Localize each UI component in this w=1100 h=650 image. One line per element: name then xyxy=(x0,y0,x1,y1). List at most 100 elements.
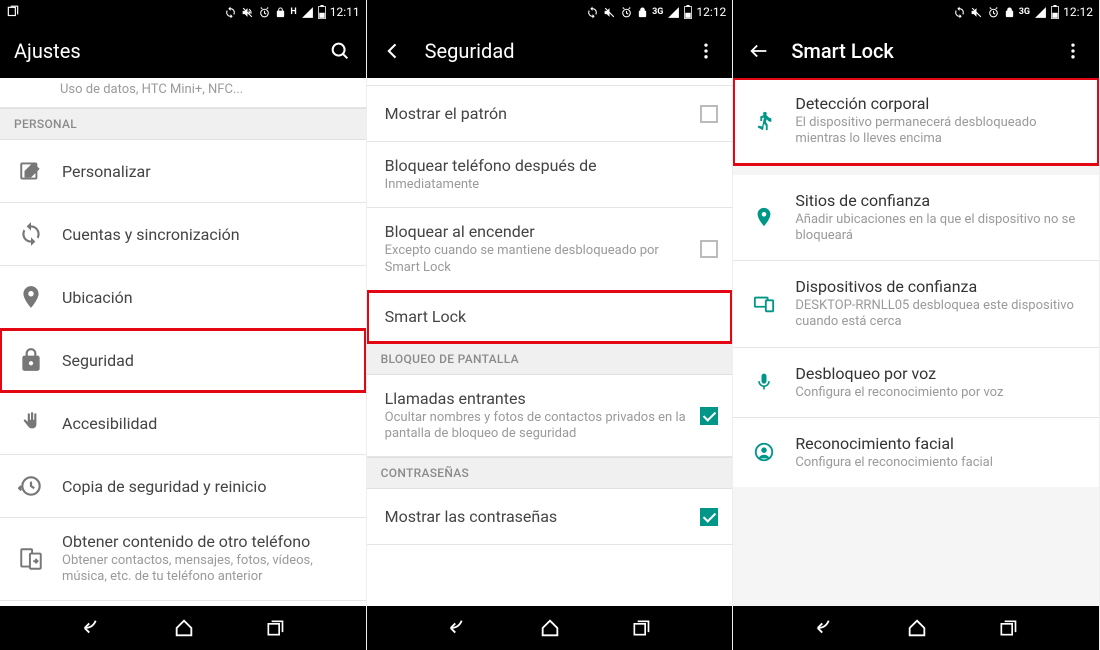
status-clock: 12:12 xyxy=(1063,5,1093,19)
multiwindow-icon xyxy=(6,5,20,19)
recent-button[interactable] xyxy=(631,618,651,638)
item-label: Obtener contenido de otro teléfono xyxy=(62,532,352,551)
item-lock-power[interactable]: Bloquear al encender Excepto cuando se m… xyxy=(367,208,733,291)
overflow-button[interactable] xyxy=(694,39,718,63)
app-bar: Ajustes xyxy=(0,24,366,78)
item-security[interactable]: Seguridad xyxy=(0,329,366,392)
alarm-icon xyxy=(620,6,633,19)
item-smart-lock[interactable]: Smart Lock xyxy=(367,291,733,343)
item-trusted-devices[interactable]: Dispositivos de confianza DESKTOP-RRNLL0… xyxy=(733,261,1099,348)
search-button[interactable] xyxy=(328,39,352,63)
home-button[interactable] xyxy=(539,617,561,639)
status-clock: 12:12 xyxy=(696,5,726,19)
item-backup[interactable]: Copia de seguridad y reinicio xyxy=(0,455,366,518)
recent-button[interactable] xyxy=(998,618,1018,638)
network-3g-icon: 3G xyxy=(1019,7,1030,17)
alarm-icon xyxy=(258,6,271,19)
nav-bar xyxy=(367,606,733,650)
item-sublabel: El dispositivo permanecerá desbloqueado … xyxy=(795,115,1085,148)
item-label: Copia de seguridad y reinicio xyxy=(62,477,352,496)
mute-icon xyxy=(603,6,616,19)
sync-icon xyxy=(14,217,48,251)
devices-icon xyxy=(747,287,781,321)
item-label: Accesibilidad xyxy=(62,414,352,433)
checkbox[interactable] xyxy=(700,508,718,526)
back-button[interactable] xyxy=(747,39,771,63)
checkbox[interactable] xyxy=(700,240,718,258)
lock-icon xyxy=(14,343,48,377)
recent-button[interactable] xyxy=(265,618,285,638)
item-sublabel: DESKTOP-RRNLL05 desbloquea este disposit… xyxy=(795,298,1085,331)
item-label: Bloquear teléfono después de xyxy=(385,156,719,175)
item-label: Desbloqueo por voz xyxy=(795,364,1085,383)
app-bar: Smart Lock xyxy=(733,24,1099,78)
item-label: Personalizar xyxy=(62,162,352,181)
nav-bar xyxy=(0,606,366,650)
back-button[interactable] xyxy=(814,617,836,639)
item-lock-after[interactable]: Bloquear teléfono después de Inmediatame… xyxy=(367,142,733,208)
mute-icon xyxy=(970,6,983,19)
back-button[interactable] xyxy=(381,39,405,63)
item-incoming-calls[interactable]: Llamadas entrantes Ocultar nombres y fot… xyxy=(367,375,733,458)
restore-icon xyxy=(14,469,48,503)
status-bar: 3G 12:12 xyxy=(367,0,733,24)
item-sublabel: Configura el reconocimiento facial xyxy=(795,455,1085,471)
item-body-detection[interactable]: Detección corporal El dispositivo perman… xyxy=(733,78,1099,165)
section-header-personal: PERSONAL xyxy=(0,108,366,140)
home-button[interactable] xyxy=(173,617,195,639)
home-button[interactable] xyxy=(906,617,928,639)
location-icon xyxy=(14,280,48,314)
item-trusted-places[interactable]: Sitios de confianza Añadir ubicaciones e… xyxy=(733,175,1099,262)
signal-icon xyxy=(1034,6,1047,19)
item-sublabel: Obtener contactos, mensajes, fotos, víde… xyxy=(62,553,352,586)
page-title: Seguridad xyxy=(425,39,675,63)
item-get-content[interactable]: Obtener contenido de otro teléfono Obten… xyxy=(0,518,366,601)
item-face-unlock[interactable]: Reconocimiento facial Configura el recon… xyxy=(733,418,1099,487)
item-accessibility[interactable]: Accesibilidad xyxy=(0,392,366,455)
section-header-lockscreen: BLOQUEO DE PANTALLA xyxy=(367,343,733,375)
place-icon xyxy=(747,200,781,234)
hand-icon xyxy=(14,406,48,440)
sync-icon xyxy=(586,6,599,19)
item-location[interactable]: Ubicación xyxy=(0,266,366,329)
security-list: Mostrar el patrón Bloquear teléfono desp… xyxy=(367,78,733,606)
item-show-pattern[interactable]: Mostrar el patrón xyxy=(367,86,733,142)
item-voice-unlock[interactable]: Desbloqueo por voz Configura el reconoci… xyxy=(733,348,1099,418)
item-show-passwords[interactable]: Mostrar las contraseñas xyxy=(367,489,733,545)
previous-item-snippet: Uso de datos, HTC Mini+, NFC... xyxy=(0,78,366,108)
item-label: Mostrar las contraseñas xyxy=(385,507,693,526)
overflow-button[interactable] xyxy=(1061,39,1085,63)
checkbox[interactable] xyxy=(700,105,718,123)
page-title: Ajustes xyxy=(14,39,308,63)
checkbox[interactable] xyxy=(700,407,718,425)
personalize-icon xyxy=(14,154,48,188)
transfer-icon xyxy=(14,542,48,576)
back-button[interactable] xyxy=(81,617,103,639)
phone-ajustes: H 12:11 Ajustes Uso de datos, HTC Mini+,… xyxy=(0,0,367,650)
item-sublabel: Configura el reconocimiento por voz xyxy=(795,385,1085,401)
back-button[interactable] xyxy=(447,617,469,639)
status-clock: 12:11 xyxy=(330,5,360,19)
battery-icon xyxy=(318,5,326,19)
lock-icon xyxy=(275,6,286,19)
walk-icon xyxy=(747,104,781,138)
signal-icon xyxy=(301,6,314,19)
item-label: Reconocimiento facial xyxy=(795,434,1085,453)
app-bar: Seguridad xyxy=(367,24,733,78)
item-accounts[interactable]: Cuentas y sincronización xyxy=(0,203,366,266)
mic-icon xyxy=(747,365,781,399)
item-label: Detección corporal xyxy=(795,94,1085,113)
item-sublabel: Ocultar nombres y fotos de contactos pri… xyxy=(385,410,693,443)
item-label: Bloquear al encender xyxy=(385,222,693,241)
phone-smartlock: 3G 12:12 Smart Lock Detección corporal E… xyxy=(733,0,1100,650)
network-h-icon: H xyxy=(290,7,296,17)
lock-icon xyxy=(637,6,648,19)
signal-icon xyxy=(667,6,680,19)
item-sublabel: Añadir ubicaciones en la que el disposit… xyxy=(795,212,1085,245)
item-label: Mostrar el patrón xyxy=(385,104,693,123)
settings-list: Uso de datos, HTC Mini+, NFC... PERSONAL… xyxy=(0,78,366,606)
page-title: Smart Lock xyxy=(791,39,1041,63)
item-personalize[interactable]: Personalizar xyxy=(0,140,366,203)
alarm-icon xyxy=(987,6,1000,19)
section-header-passwords: CONTRASEÑAS xyxy=(367,457,733,489)
